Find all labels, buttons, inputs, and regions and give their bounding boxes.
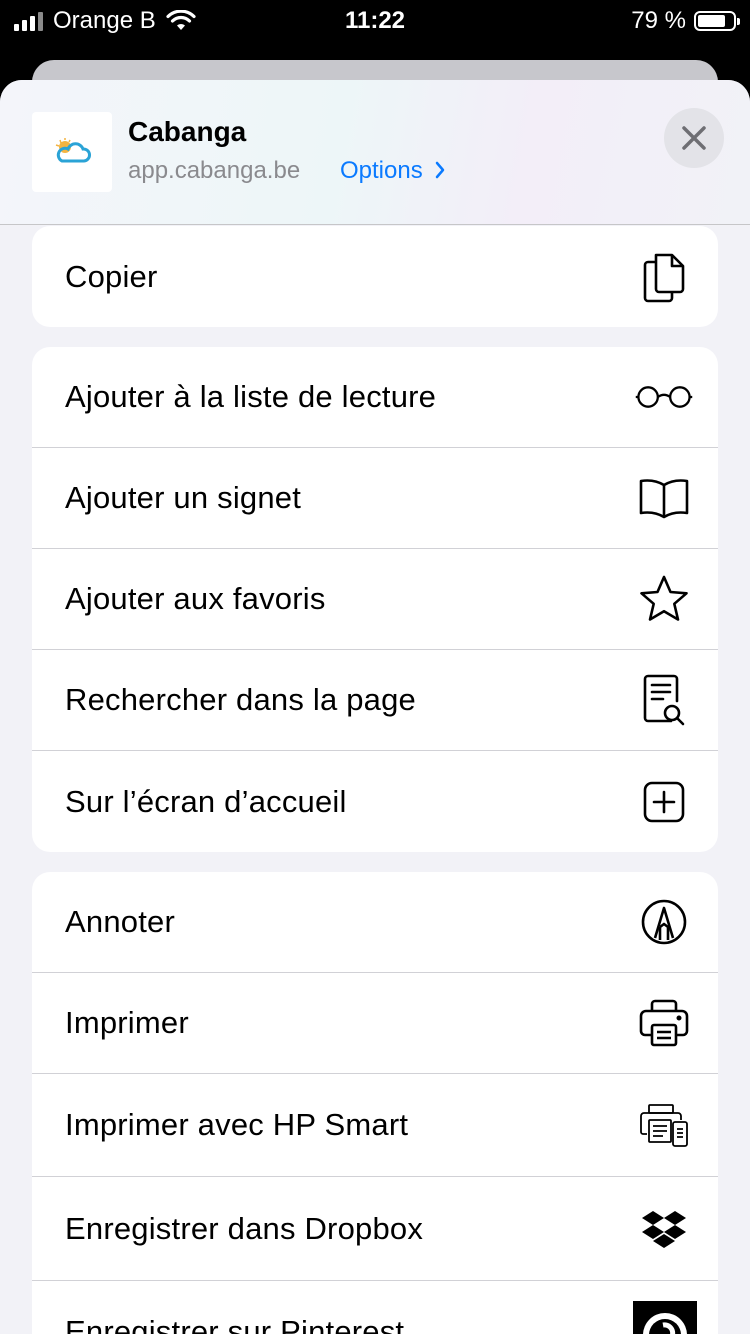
app-url: app.cabanga.be	[128, 157, 301, 184]
cabanga-logo-icon	[55, 138, 91, 163]
battery-icon	[694, 11, 740, 31]
action-label: Annoter	[65, 904, 175, 939]
pinterest-icon	[633, 1301, 697, 1334]
action-add-reading-list[interactable]: Ajouter à la liste de lecture	[32, 347, 718, 448]
action-label: Imprimer	[65, 1005, 189, 1040]
action-label: Rechercher dans la page	[65, 682, 416, 717]
printer-icon	[634, 993, 694, 1053]
action-find-in-page[interactable]: Rechercher dans la page	[32, 650, 718, 751]
action-label: Sur l’écran d’accueil	[65, 783, 347, 819]
action-print[interactable]: Imprimer	[32, 973, 718, 1074]
action-save-dropbox[interactable]: Enregistrer dans Dropbox	[32, 1177, 718, 1281]
action-add-bookmark[interactable]: Ajouter un signet	[32, 448, 718, 549]
action-label: Ajouter un signet	[65, 480, 302, 515]
status-right: 79 %	[631, 6, 740, 36]
markup-icon	[634, 892, 694, 952]
action-add-home-screen[interactable]: Sur l’écran d’accueil	[32, 751, 718, 852]
action-copy[interactable]: Copier	[32, 226, 718, 327]
app-name: Cabanga	[128, 116, 247, 147]
action-label: Enregistrer dans Dropbox	[65, 1210, 424, 1246]
action-add-favorites[interactable]: Ajouter aux favoris	[32, 549, 718, 650]
action-group-extensions: Annoter Imprimer Imprimer avec HP Smart …	[32, 872, 718, 1334]
close-icon	[682, 126, 706, 150]
copy-icon	[634, 247, 694, 307]
star-icon	[634, 569, 694, 629]
action-group-copy: Copier	[32, 226, 718, 327]
action-markup[interactable]: Annoter	[32, 872, 718, 973]
hp-smart-icon	[634, 1095, 694, 1155]
battery-percent: 79 %	[631, 7, 686, 34]
options-label: Options	[340, 157, 423, 184]
options-link[interactable]: Options	[340, 157, 447, 185]
action-print-hp-smart[interactable]: Imprimer avec HP Smart	[32, 1074, 718, 1177]
glasses-icon	[634, 367, 694, 427]
action-label: Ajouter à la liste de lecture	[65, 379, 437, 414]
add-square-icon	[634, 772, 694, 832]
dropbox-icon	[634, 1199, 694, 1259]
find-in-page-icon	[634, 670, 694, 730]
action-group-safari: Ajouter à la liste de lecture Ajouter un…	[32, 347, 718, 852]
book-icon	[634, 468, 694, 528]
chevron-right-icon	[436, 161, 445, 179]
action-label: Ajouter aux favoris	[65, 581, 326, 616]
battery-fill	[698, 15, 725, 27]
action-save-pinterest[interactable]: Enregistrer sur Pinterest	[32, 1281, 718, 1334]
action-label: Enregistrer sur Pinterest	[65, 1313, 405, 1334]
app-icon	[32, 112, 112, 192]
share-sheet: Cabanga app.cabanga.be Options Copier Aj…	[0, 80, 750, 1334]
status-bar: Orange B 11:22 79 %	[0, 0, 750, 44]
action-label: Copier	[65, 258, 158, 294]
share-sheet-header: Cabanga app.cabanga.be Options	[0, 80, 750, 225]
action-label: Imprimer avec HP Smart	[65, 1107, 409, 1142]
close-button[interactable]	[664, 108, 724, 168]
